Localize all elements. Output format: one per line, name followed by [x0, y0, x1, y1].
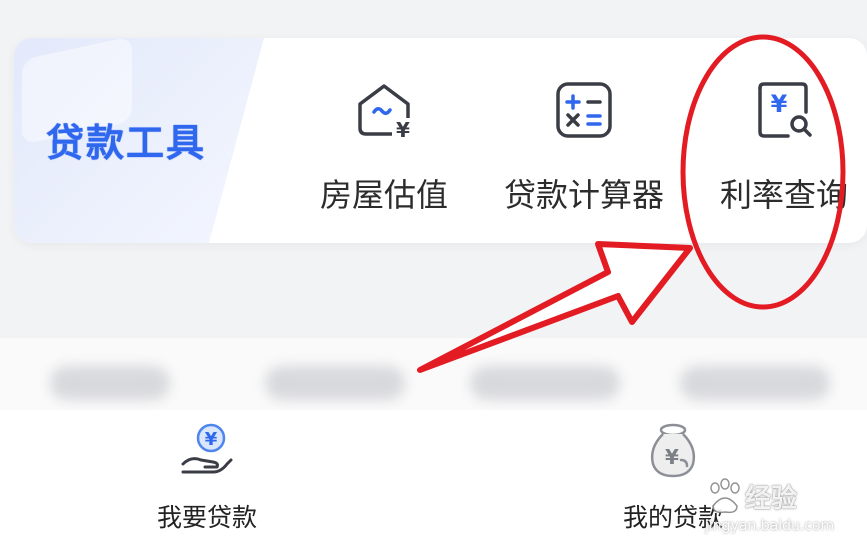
loan-tools-banner: 贷款工具	[14, 38, 264, 243]
tab-label: 我要贷款	[156, 503, 257, 532]
blurred-nav-strip	[0, 338, 867, 410]
blurred-item	[265, 366, 405, 400]
calculator-icon	[556, 82, 612, 138]
tool-label: 利率查询	[719, 176, 848, 214]
paw-logo-icon	[710, 478, 740, 514]
page: 贷款工具 ¥ 房屋估值 贷款计算器 ¥ 利率查询 ¥ 我要贷款 ¥ 我的贷款 经…	[0, 0, 867, 558]
hand-coin-icon: ¥	[181, 423, 233, 474]
blurred-item	[50, 366, 170, 400]
svg-text:¥: ¥	[771, 90, 788, 118]
money-bag-icon: ¥	[650, 423, 696, 478]
blurred-item	[470, 366, 620, 400]
svg-text:¥: ¥	[205, 429, 218, 450]
tool-label: 贷款计算器	[503, 176, 664, 214]
watermark-url: jingyan.baidu.com	[705, 518, 835, 534]
svg-text:¥: ¥	[665, 445, 679, 469]
house-valuation-icon: ¥	[358, 84, 414, 142]
loan-tools-title: 贷款工具	[46, 121, 207, 165]
watermark-text: 经验	[745, 484, 798, 514]
watermark: 经验 jingyan.baidu.com	[705, 478, 855, 548]
tool-house-valuation[interactable]: ¥ 房屋估值	[294, 78, 474, 228]
blurred-item	[680, 366, 830, 400]
svg-text:¥: ¥	[396, 118, 410, 142]
loan-tools-card: 贷款工具 ¥ 房屋估值 贷款计算器 ¥ 利率查询	[14, 38, 867, 243]
tab-apply-loan[interactable]: ¥ 我要贷款	[107, 410, 307, 558]
tool-rate-query[interactable]: ¥ 利率查询	[694, 78, 867, 228]
tool-loan-calculator[interactable]: 贷款计算器	[484, 78, 684, 228]
tool-label: 房屋估值	[319, 176, 448, 214]
rate-search-icon: ¥	[758, 82, 812, 138]
